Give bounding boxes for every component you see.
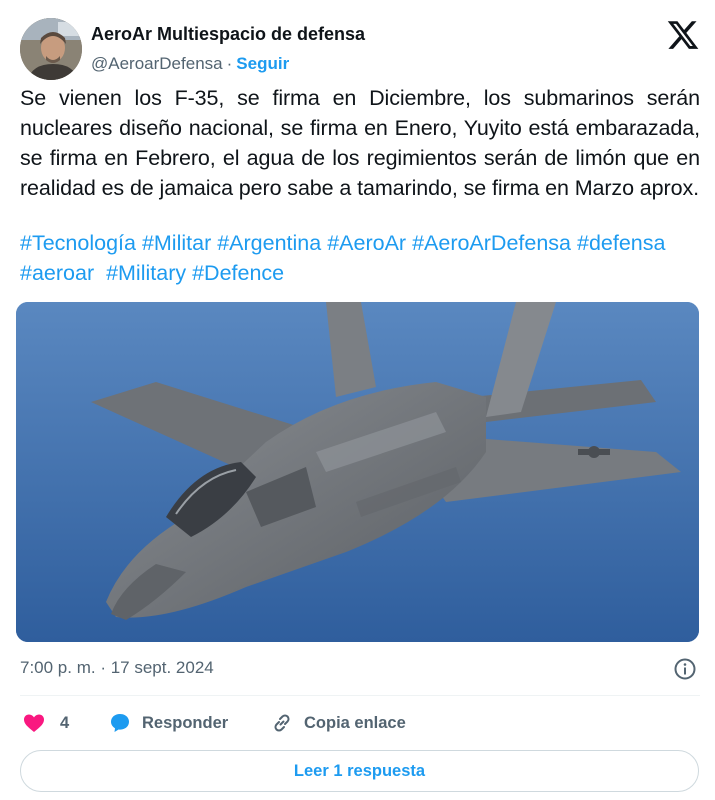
hashtag-link[interactable]: #Tecnología [20,231,136,255]
hashtag-link[interactable]: #AeroAr [327,231,406,255]
separator-dot: · [226,54,233,73]
x-logo-icon[interactable] [664,18,702,52]
tweet-timestamp[interactable]: 7:00 p. m. · 17 sept. 2024 [20,658,214,678]
reply-bubble-icon [111,714,129,732]
reply-label: Responder [142,713,229,732]
tweet-text: Se vienen los F-35, se firma en Diciembr… [20,86,700,200]
meta-divider [20,695,700,696]
tweet-card: AeroAr Multiespacio de defensa @AeroarDe… [0,0,715,800]
like-button[interactable]: 4 [22,711,69,735]
copy-link-button[interactable]: Copia enlace [270,711,406,735]
link-icon [274,714,290,732]
copy-link-label: Copia enlace [304,713,406,732]
read-replies-button[interactable]: Leer 1 respuesta [20,750,699,792]
reply-button[interactable]: Responder [108,711,228,735]
hashtag-link[interactable]: #Military [106,261,186,285]
hashtag-link[interactable]: #AeroArDefensa [412,231,571,255]
hashtag-list: #Tecnología #Militar #Argentina #AeroAr … [20,228,705,288]
info-icon[interactable] [673,657,697,681]
like-count: 4 [60,713,70,732]
author-handle[interactable]: @AeroarDefensa [91,54,223,73]
f35-jet-photo [16,302,699,642]
hashtag-link[interactable]: #defensa [577,231,665,255]
hashtag-link[interactable]: #Militar [142,231,211,255]
author-handle-row: @AeroarDefensa · Seguir [91,54,289,74]
hashtag-link[interactable]: #aeroar [20,261,94,285]
author-name[interactable]: AeroAr Multiespacio de defensa [91,24,365,45]
author-avatar[interactable] [20,18,82,80]
tweet-media-image[interactable] [16,302,699,642]
follow-button[interactable]: Seguir [236,54,289,73]
hashtag-link[interactable]: #Argentina [217,231,321,255]
hashtag-link[interactable]: #Defence [192,261,284,285]
heart-icon [24,714,44,732]
